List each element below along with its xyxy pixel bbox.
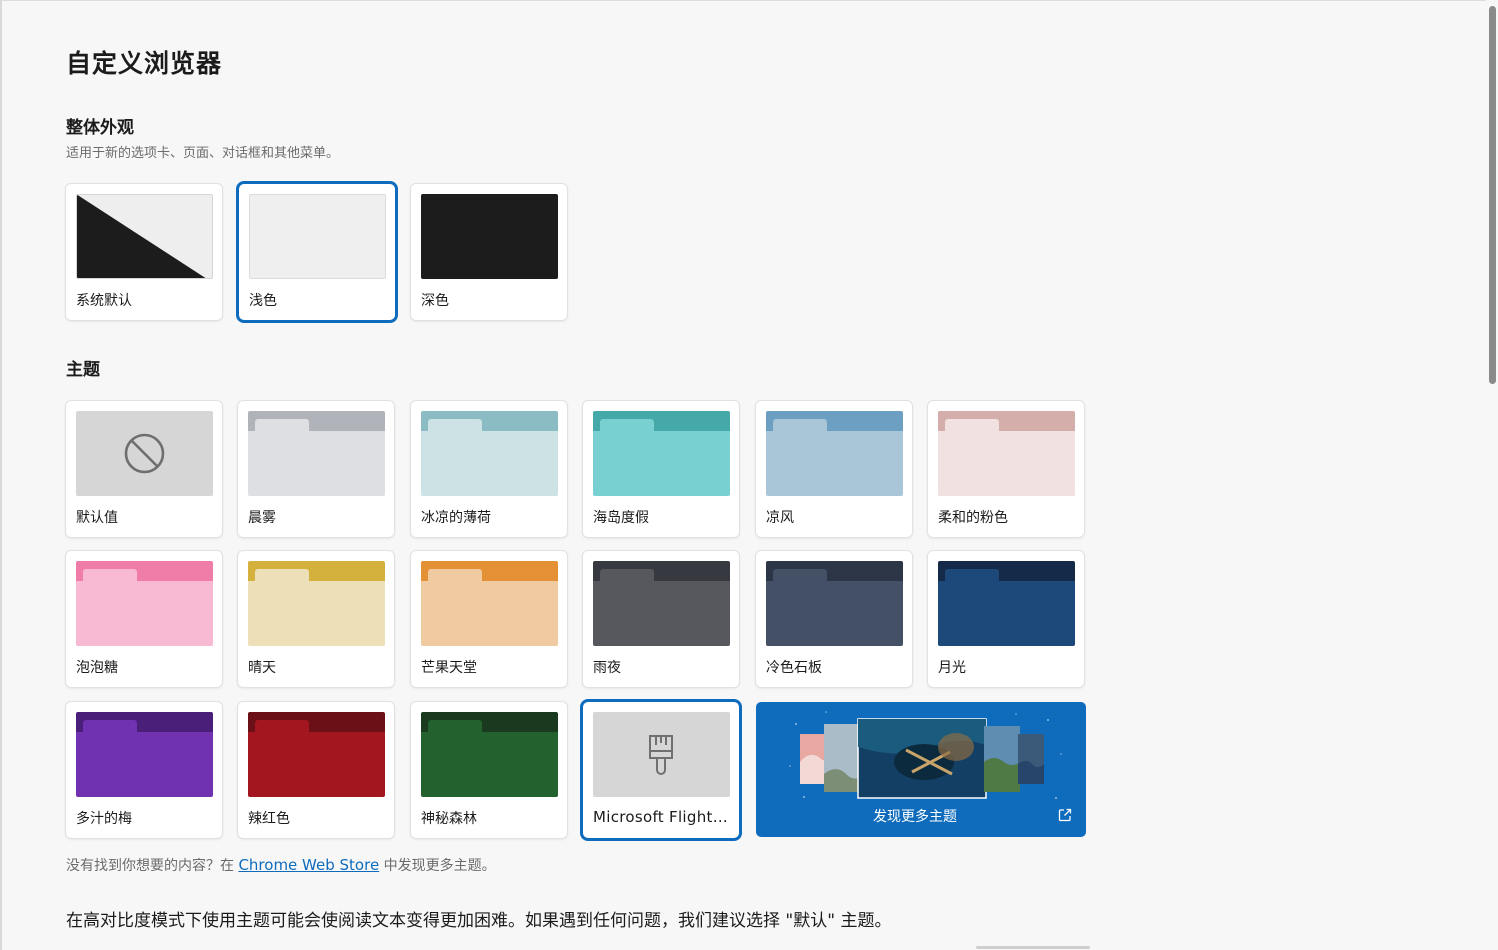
- discover-more-themes-label: 发现更多主题: [873, 809, 957, 825]
- theme-label: 晨雾: [248, 510, 276, 526]
- theme-card-bubblegum[interactable]: 泡泡糖: [66, 551, 222, 687]
- folder-preview: [593, 561, 730, 646]
- theme-label: 月光: [938, 660, 966, 676]
- appearance-title: 整体外观: [66, 118, 134, 138]
- folder-preview: [421, 411, 558, 496]
- theme-label: 凉风: [766, 510, 794, 526]
- theme-label: 晴天: [248, 660, 276, 676]
- external-link-icon: [1058, 808, 1072, 822]
- theme-card-sunny-day[interactable]: 晴天: [238, 551, 394, 687]
- theme-label: 海岛度假: [593, 510, 649, 526]
- appearance-option-label: 系统默认: [76, 293, 132, 309]
- appearance-description: 适用于新的选项卡、页面、对话框和其他菜单。: [66, 146, 340, 161]
- scrollbar-track[interactable]: [1486, 0, 1498, 950]
- theme-card-microsoft-flight[interactable]: Microsoft Flight ...: [583, 702, 739, 838]
- folder-preview: [421, 561, 558, 646]
- theme-card-default[interactable]: 默认值: [66, 401, 222, 537]
- folder-preview: [76, 712, 213, 797]
- theme-label: 多汁的梅: [76, 811, 132, 827]
- theme-label: 柔和的粉色: [938, 510, 1008, 526]
- chrome-web-store-link[interactable]: Chrome Web Store: [238, 856, 379, 874]
- theme-label: 冰凉的薄荷: [421, 510, 491, 526]
- theme-label: 泡泡糖: [76, 660, 118, 676]
- folder-preview: [766, 561, 903, 646]
- default-theme-preview: [76, 411, 213, 496]
- theme-card-mystical-forest[interactable]: 神秘森林: [411, 702, 567, 838]
- theme-card-juicy-plum[interactable]: 多汁的梅: [66, 702, 222, 838]
- themes-collage-image: [789, 711, 1062, 799]
- theme-card-spicy-red[interactable]: 辣红色: [238, 702, 394, 838]
- window-left-border: [0, 0, 2, 950]
- folder-preview: [76, 561, 213, 646]
- folder-preview: [421, 712, 558, 797]
- theme-card-mango-paradise[interactable]: 芒果天堂: [411, 551, 567, 687]
- theme-label: Microsoft Flight ...: [593, 808, 728, 826]
- window-top-border: [0, 0, 1498, 1]
- theme-label: 雨夜: [593, 660, 621, 676]
- folder-preview: [248, 561, 385, 646]
- theme-label: 辣红色: [248, 811, 290, 827]
- high-contrast-note: 在高对比度模式下使用主题可能会使阅读文本变得更加困难。如果遇到任何问题，我们建议…: [66, 911, 892, 931]
- theme-card-soft-pink[interactable]: 柔和的粉色: [928, 401, 1084, 537]
- theme-card-morning-mist[interactable]: 晨雾: [238, 401, 394, 537]
- light-preview: [249, 194, 386, 279]
- chrome-web-store-note: 没有找到你想要的内容？在 Chrome Web Store 中发现更多主题。: [66, 855, 496, 875]
- appearance-option-light[interactable]: 浅色: [239, 184, 395, 320]
- theme-label: 冷色石板: [766, 660, 822, 676]
- theme-card-cool-slate[interactable]: 冷色石板: [756, 551, 912, 687]
- scrollbar-thumb[interactable]: [1489, 6, 1496, 384]
- theme-label: 芒果天堂: [421, 660, 477, 676]
- theme-label: 默认值: [76, 510, 118, 526]
- theme-card-moonlight[interactable]: 月光: [928, 551, 1084, 687]
- paintbrush-icon: [649, 735, 673, 775]
- appearance-option-label: 浅色: [249, 293, 277, 309]
- appearance-option-label: 深色: [421, 293, 449, 309]
- footer-suffix: 中发现更多主题。: [379, 858, 496, 874]
- themes-title: 主题: [66, 360, 100, 380]
- page-title: 自定义浏览器: [66, 49, 223, 78]
- folder-preview: [248, 712, 385, 797]
- custom-theme-preview: [593, 712, 730, 797]
- theme-card-island-getaway[interactable]: 海岛度假: [583, 401, 739, 537]
- appearance-option-system-default[interactable]: 系统默认: [66, 184, 222, 320]
- theme-card-cool-mint[interactable]: 冰凉的薄荷: [411, 401, 567, 537]
- theme-card-rainy-night[interactable]: 雨夜: [583, 551, 739, 687]
- dark-preview: [421, 194, 558, 279]
- folder-preview: [766, 411, 903, 496]
- theme-label: 神秘森林: [421, 811, 477, 827]
- footer-prefix: 没有找到你想要的内容？在: [66, 858, 239, 874]
- no-entry-icon: [124, 433, 165, 474]
- scroll-hint: [976, 946, 1090, 949]
- folder-preview: [248, 411, 385, 496]
- folder-preview: [938, 411, 1075, 496]
- appearance-option-dark[interactable]: 深色: [411, 184, 567, 320]
- theme-card-cool-breeze[interactable]: 凉风: [756, 401, 912, 537]
- system-default-preview: [76, 194, 213, 279]
- discover-more-themes-button[interactable]: 发现更多主题: [756, 702, 1086, 837]
- folder-preview: [593, 411, 730, 496]
- folder-preview: [938, 561, 1075, 646]
